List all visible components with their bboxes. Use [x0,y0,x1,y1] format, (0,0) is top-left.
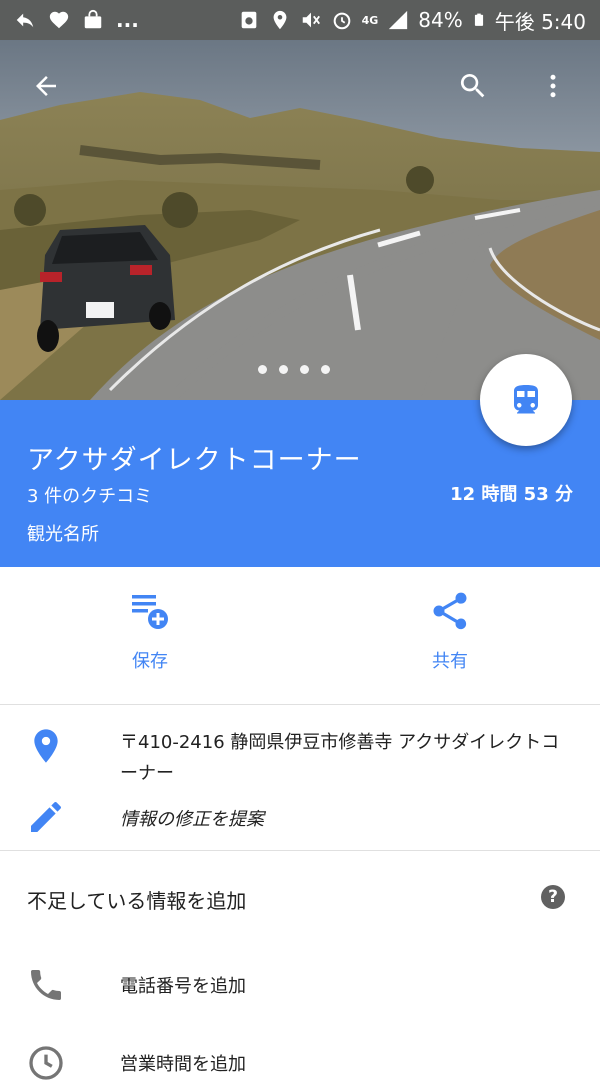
share-icon [433,592,467,630]
page-dot [279,365,288,374]
playlist-add-icon [132,595,168,629]
market-bag-icon [84,9,102,29]
recycle-icon [241,11,256,29]
address-text[interactable]: 〒410-2416 静岡県伊豆市修善寺 アクサダイレクトコーナー [120,727,575,789]
network-type: 4G [361,13,379,27]
reviews-link[interactable]: 3 件のクチコミ [27,482,152,508]
action-bar: 保存 共有 [0,567,600,705]
section-divider [0,850,600,851]
place-marker-icon [34,729,58,763]
help-icon[interactable]: ? [541,885,565,909]
heart-icon [49,11,69,29]
add-phone-link[interactable]: 電話番号を追加 [120,972,246,998]
train-icon [514,385,538,414]
more-vert-icon [550,74,556,98]
clock: 午後 5:40 [494,9,586,34]
alarm-icon [333,12,350,30]
search-icon [460,74,485,98]
travel-duration: 12 時間 53 分 [450,484,573,505]
transit-directions-button[interactable] [480,354,572,446]
page-dot [258,365,267,374]
status-bar: ... 4G 84% 午後 5:40 [0,0,600,40]
clock-icon [29,1046,63,1080]
phone-icon [31,970,61,1000]
place-photo[interactable] [0,40,600,400]
back-button[interactable] [22,62,70,110]
suggest-edit-link[interactable]: 情報の修正を提案 [120,805,264,831]
signal-icon [389,10,408,30]
reply-icon [16,13,34,28]
status-more: ... [116,8,139,32]
page-dot [321,365,330,374]
share-label: 共有 [432,651,468,672]
missing-info-heading: 不足している情報を追加 [27,889,247,913]
edit-pencil-icon [31,802,61,832]
battery-percent: 84% [418,8,463,32]
share-button[interactable]: 共有 [375,589,525,673]
mute-icon [302,12,320,28]
battery-icon [474,13,483,26]
photo-page-indicator [258,365,330,374]
more-options-button[interactable] [529,62,577,110]
search-button[interactable] [449,62,497,110]
add-hours-link[interactable]: 営業時間を追加 [120,1050,246,1076]
location-icon [273,10,286,30]
save-label: 保存 [132,651,168,672]
arrow-back-icon [36,76,56,96]
place-category: 観光名所 [27,524,99,545]
save-button[interactable]: 保存 [75,589,225,673]
page-dot [300,365,309,374]
road-photo [0,40,600,400]
place-name: アクサダイレクトコーナー [27,445,362,476]
